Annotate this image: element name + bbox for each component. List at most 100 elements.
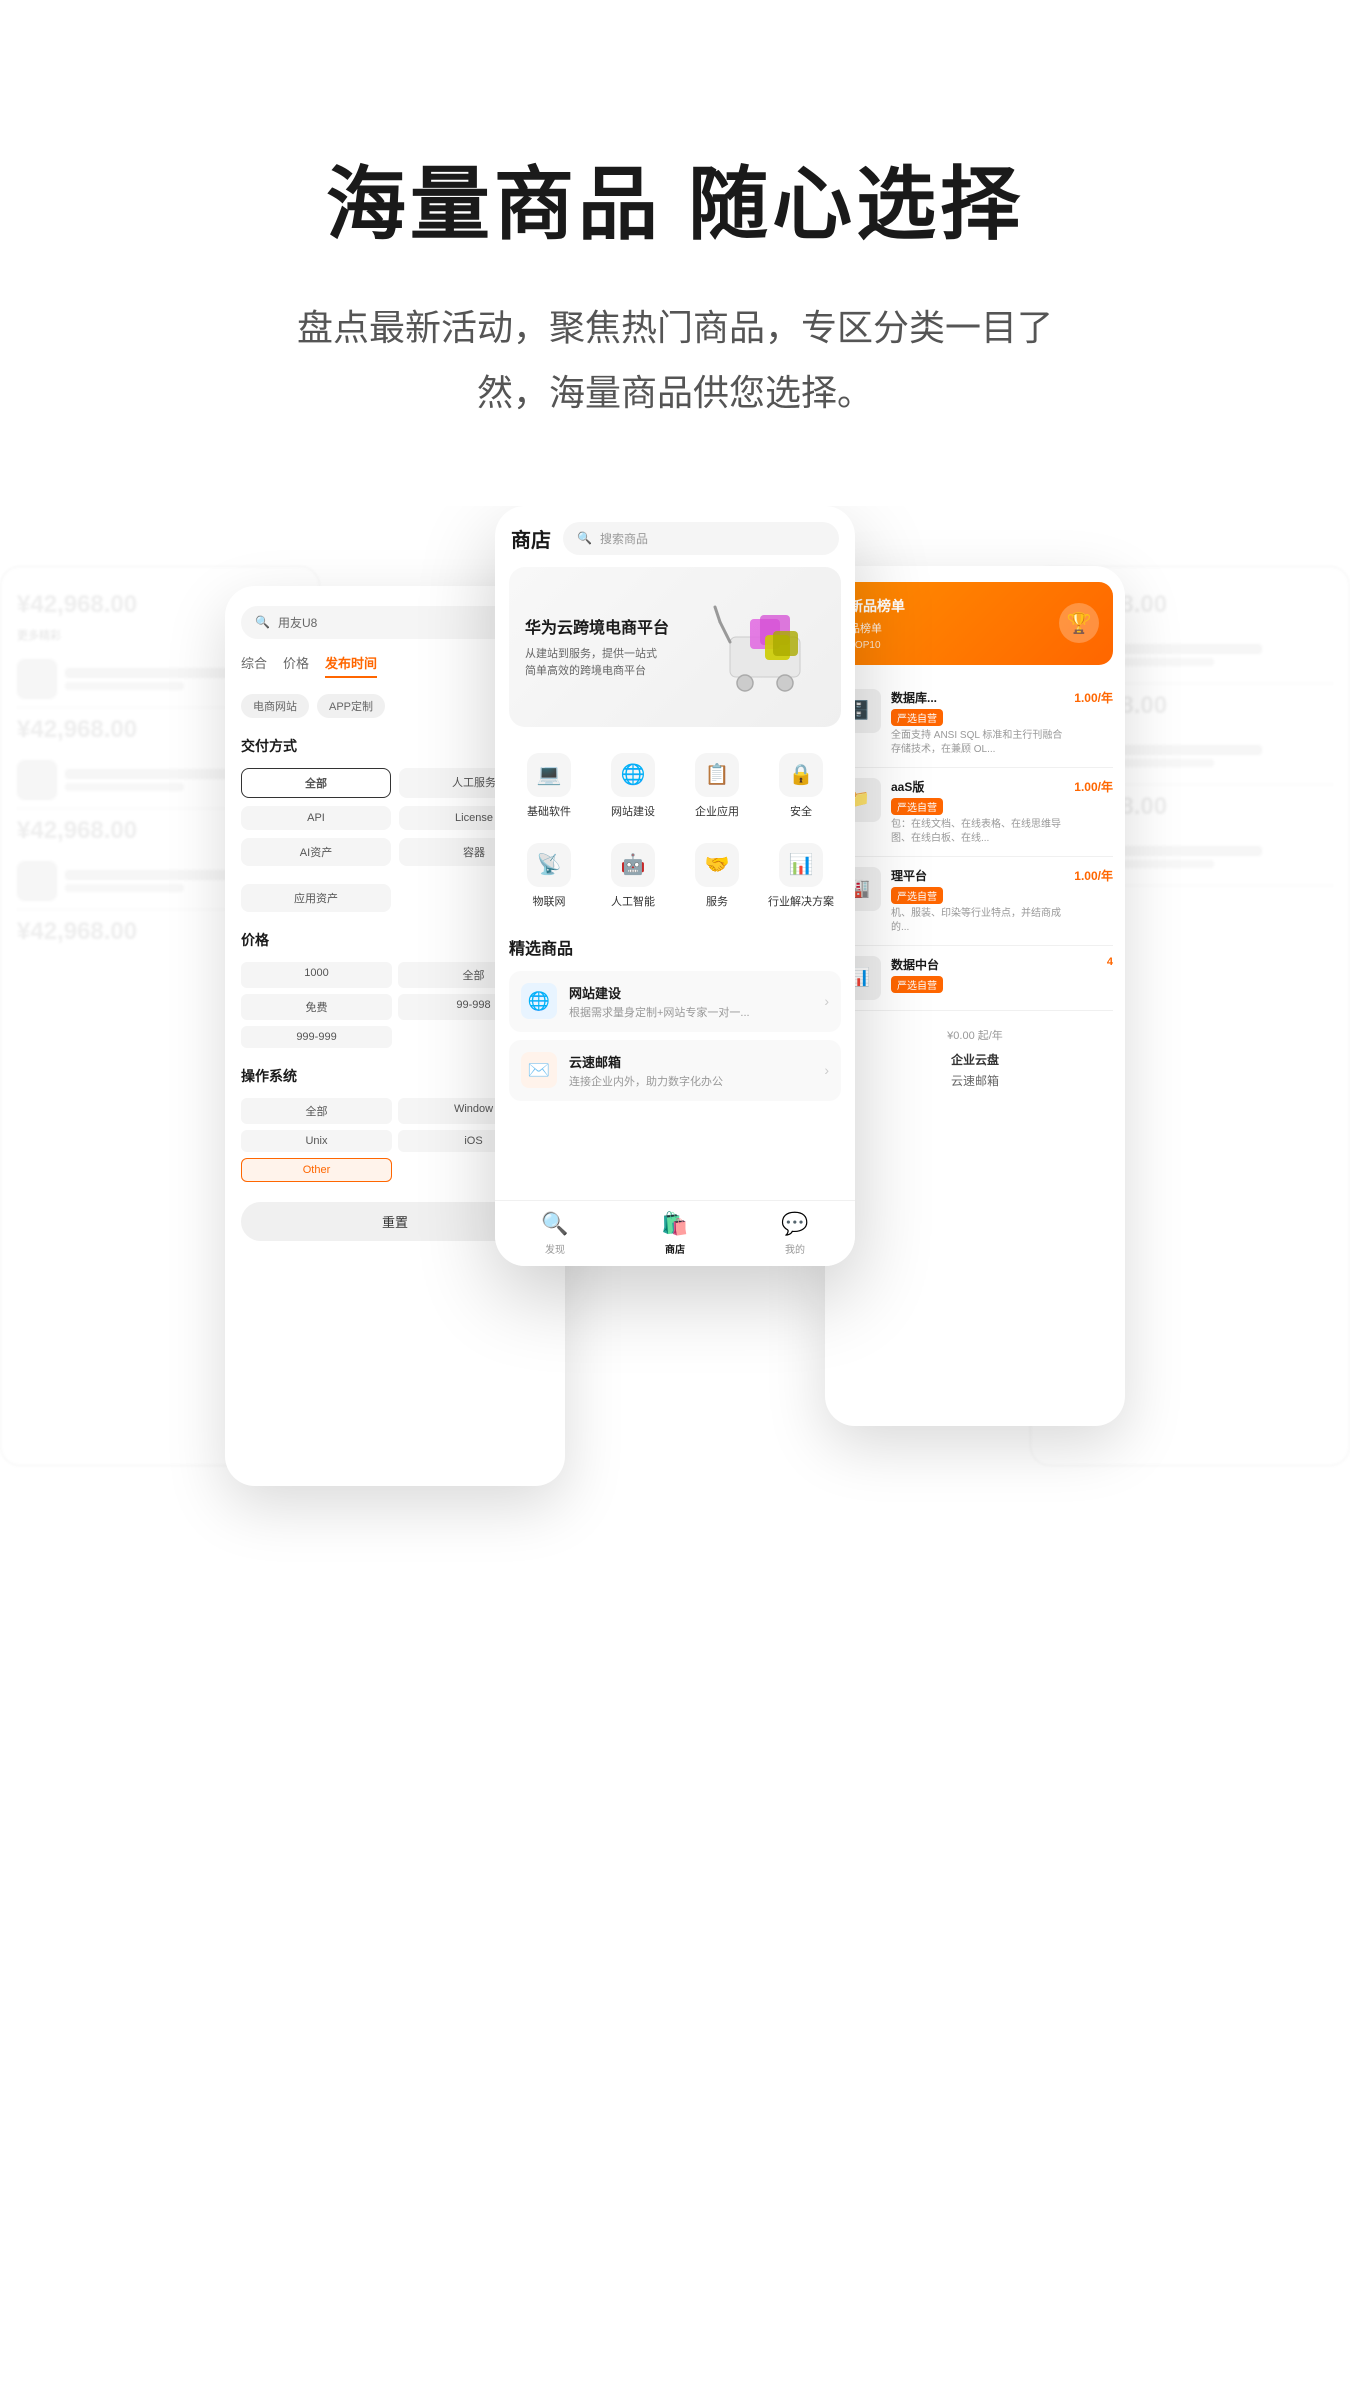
- product-desc-0: 全面支持 ANSI SQL 标准和主行刊融合存储技术，在兼顾 OL...: [891, 729, 1064, 757]
- cat-label-service: 服务: [706, 893, 728, 909]
- enterprise-label: 企业云盘: [837, 1051, 1113, 1068]
- price-999-999[interactable]: 999-999: [241, 1026, 392, 1048]
- product-price-3: 4: [1107, 956, 1113, 968]
- bottom-price: ¥0.00 起/年: [837, 1027, 1113, 1043]
- cat-icon-website: 🌐: [611, 753, 655, 797]
- cat-icon-ai: 🤖: [611, 843, 655, 887]
- chip-ecommerce[interactable]: 电商网站: [241, 694, 309, 718]
- category-grid: 💻 基础软件 🌐 网站建设 📋 企业应用 🔒: [495, 743, 855, 919]
- product-item-3[interactable]: 📊 数据中台 严选自营 4: [837, 946, 1113, 1011]
- cat-industry[interactable]: 📊 行业解决方案: [761, 833, 841, 919]
- page-title: 海量商品 随心选择: [326, 140, 1024, 256]
- product-price-0: 1.00/年: [1074, 689, 1113, 706]
- featured-title: 精选商品: [509, 935, 841, 959]
- center-header: 商店 🔍 搜索商品: [495, 506, 855, 567]
- pay-app-asset[interactable]: 应用资产: [241, 884, 391, 912]
- left-search-placeholder: 用友U8: [278, 614, 317, 631]
- page-wrapper: 海量商品 随心选择 盘点最新活动，聚焦热门商品，专区分类一目了然，海量商品供您选…: [0, 0, 1350, 1906]
- featured-name-mail: 云速邮箱: [569, 1052, 812, 1071]
- hero-subtitle: 从建站到服务，提供一站式简单高效的跨境电商平台: [525, 646, 705, 679]
- page-subtitle: 盘点最新活动，聚焦热门商品，专区分类一目了然，海量商品供您选择。: [275, 296, 1075, 426]
- chevron-right-icon: ›: [824, 993, 829, 1009]
- banner-tag: TOP10: [849, 640, 1101, 651]
- nav-discover-label: 发现: [545, 1241, 565, 1256]
- product-item-1[interactable]: 📁 aaS版 严选自营 包：在线文档、在线表格、在线思维导图、在线白板、在线..…: [837, 768, 1113, 857]
- cat-icon-service: 🤝: [695, 843, 739, 887]
- nav-store[interactable]: 🛍️ 商店: [661, 1211, 688, 1256]
- store-icon: 🛍️: [661, 1211, 688, 1237]
- bottom-nav: 🔍 发现 🛍️ 商店 💬 我的: [495, 1200, 855, 1266]
- tab-price[interactable]: 价格: [283, 653, 309, 678]
- cat-label-industry: 行业解决方案: [768, 893, 834, 909]
- product-desc-1: 包：在线文档、在线表格、在线思维导图、在线白板、在线...: [891, 818, 1064, 846]
- cat-icon-basic: 💻: [527, 753, 571, 797]
- hero-banner[interactable]: 华为云跨境电商平台 从建站到服务，提供一站式简单高效的跨境电商平台: [509, 567, 841, 727]
- featured-name-website: 网站建设: [569, 983, 812, 1002]
- chevron-right-icon-2: ›: [824, 1062, 829, 1078]
- featured-item-website[interactable]: 🌐 网站建设 根据需求量身定制+网站专家一对一... ›: [509, 971, 841, 1032]
- product-item-0[interactable]: 🗄️ 数据库... 严选自营 全面支持 ANSI SQL 标准和主行刊融合存储技…: [837, 679, 1113, 768]
- cat-website[interactable]: 🌐 网站建设: [593, 743, 673, 829]
- product-tag-1: 严选自营: [891, 798, 943, 815]
- tab-comprehensive[interactable]: 综合: [241, 653, 267, 678]
- cat-icon-enterprise: 📋: [695, 753, 739, 797]
- product-tag-0: 严选自营: [891, 709, 943, 726]
- featured-icon-website: 🌐: [521, 983, 557, 1019]
- nav-discover[interactable]: 🔍 发现: [541, 1211, 568, 1256]
- mail-label: 云速邮箱: [837, 1072, 1113, 1089]
- tab-publish-time[interactable]: 发布时间: [325, 653, 377, 678]
- os-other[interactable]: Other: [241, 1158, 392, 1182]
- pay-all[interactable]: 全部: [241, 768, 391, 798]
- center-phone-content: 商店 🔍 搜索商品 华为云跨境电商平台 从建站到服务，提供一站式简单高效的跨境电…: [495, 506, 855, 1266]
- featured-section: 精选商品 🌐 网站建设 根据需求量身定制+网站专家一对一... › ✉️: [495, 935, 855, 1109]
- cat-icon-industry: 📊: [779, 843, 823, 887]
- right-phone-content: 新品榜单 品榜单 TOP10 🏆 🗄️ 数据库... 严选自营 全面支持 ANS…: [825, 566, 1125, 1105]
- product-desc-2: 机、服装、印染等行业特点，并结商成的...: [891, 907, 1064, 935]
- cat-security[interactable]: 🔒 安全: [761, 743, 841, 829]
- pay-api[interactable]: API: [241, 806, 391, 830]
- cat-ai[interactable]: 🤖 人工智能: [593, 833, 673, 919]
- featured-desc-website: 根据需求量身定制+网站专家一对一...: [569, 1004, 812, 1020]
- nav-store-label: 商店: [665, 1241, 685, 1256]
- screenshot-area: ¥42,968.00 更多精彩 ¥42,968.00: [0, 506, 1350, 1906]
- featured-icon-mail: ✉️: [521, 1052, 557, 1088]
- cat-iot[interactable]: 📡 物联网: [509, 833, 589, 919]
- hero-cart-image: [705, 587, 825, 707]
- product-tag-2: 严选自营: [891, 887, 943, 904]
- cat-label-iot: 物联网: [533, 893, 566, 909]
- cat-label-ai: 人工智能: [611, 893, 655, 909]
- discover-icon: 🔍: [541, 1211, 568, 1237]
- product-name-2: 理平台: [891, 867, 1064, 884]
- product-item-2[interactable]: 🏭 理平台 严选自营 机、服装、印染等行业特点，并结商成的... 1.00/年: [837, 857, 1113, 946]
- mine-icon: 💬: [781, 1211, 808, 1237]
- featured-item-mail[interactable]: ✉️ 云速邮箱 连接企业内外，助力数字化办公 ›: [509, 1040, 841, 1101]
- phones-container: 🔍 用友U8 综合 价格 发布时间 电商网站 APP定制: [225, 506, 1125, 1806]
- medal-icon: 🏆: [1059, 603, 1099, 643]
- phone-right: 新品榜单 品榜单 TOP10 🏆 🗄️ 数据库... 严选自营 全面支持 ANS…: [825, 566, 1125, 1426]
- chip-app[interactable]: APP定制: [317, 694, 385, 718]
- os-unix[interactable]: Unix: [241, 1130, 392, 1152]
- store-title: 商店: [511, 524, 551, 553]
- nav-mine-label: 我的: [785, 1241, 805, 1256]
- phone-center: 商店 🔍 搜索商品 华为云跨境电商平台 从建站到服务，提供一站式简单高效的跨境电…: [495, 506, 855, 1266]
- center-search-bar[interactable]: 🔍 搜索商品: [563, 522, 839, 555]
- featured-desc-mail: 连接企业内外，助力数字化办公: [569, 1073, 812, 1089]
- product-name-3: 数据中台: [891, 956, 1097, 973]
- center-search-placeholder: 搜索商品: [600, 530, 648, 547]
- price-1000[interactable]: 1000: [241, 962, 392, 988]
- cat-basic-software[interactable]: 💻 基础软件: [509, 743, 589, 829]
- cat-enterprise[interactable]: 📋 企业应用: [677, 743, 757, 829]
- product-name-1: aaS版: [891, 778, 1064, 795]
- cat-label-basic: 基础软件: [527, 803, 571, 819]
- cat-service[interactable]: 🤝 服务: [677, 833, 757, 919]
- orange-banner[interactable]: 新品榜单 品榜单 TOP10 🏆: [837, 582, 1113, 665]
- product-name-0: 数据库...: [891, 689, 1064, 706]
- cat-label-enterprise: 企业应用: [695, 803, 739, 819]
- cat-label-security: 安全: [790, 803, 812, 819]
- nav-mine[interactable]: 💬 我的: [781, 1211, 808, 1256]
- search-icon-left: 🔍: [255, 615, 270, 629]
- pay-ai[interactable]: AI资产: [241, 838, 391, 866]
- price-free[interactable]: 免费: [241, 994, 392, 1020]
- cat-icon-security: 🔒: [779, 753, 823, 797]
- os-all[interactable]: 全部: [241, 1098, 392, 1124]
